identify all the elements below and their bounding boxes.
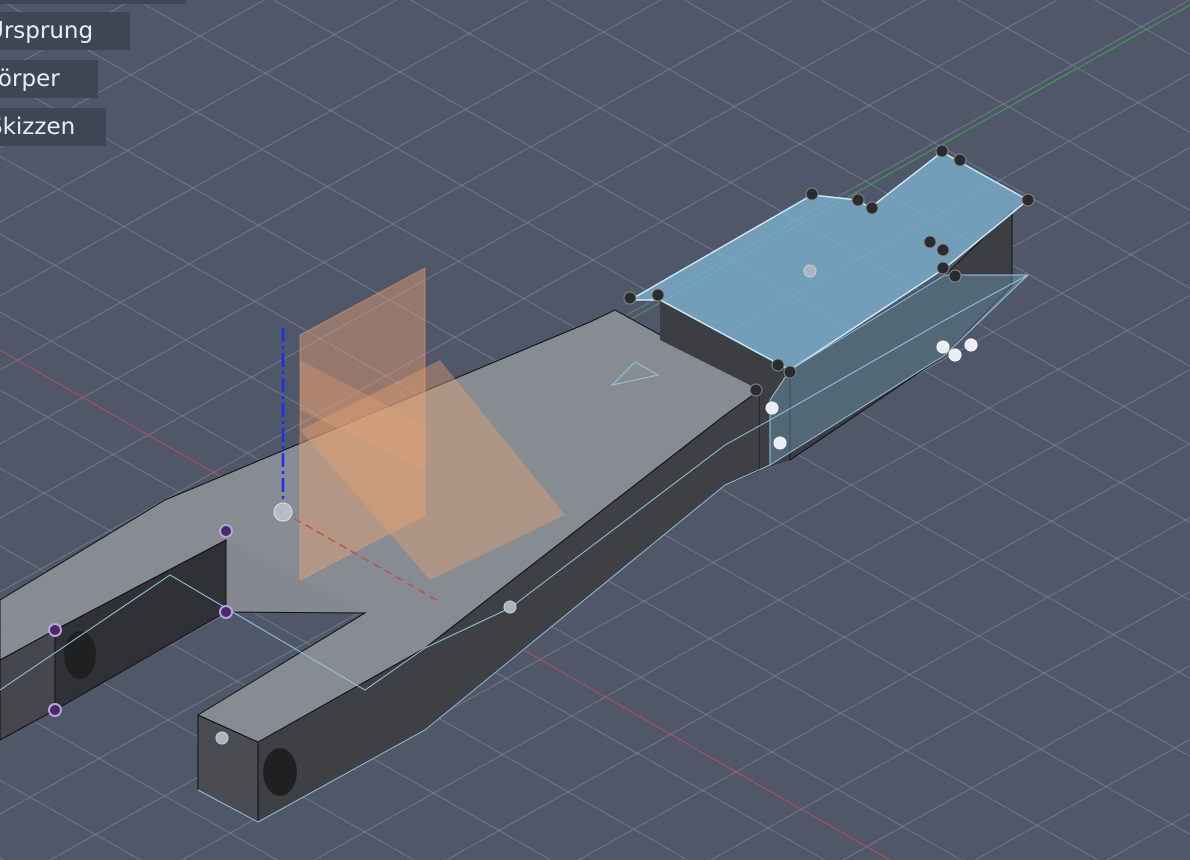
origin-point[interactable] — [273, 502, 293, 522]
sketch-point[interactable] — [773, 436, 787, 450]
sketch-point[interactable] — [923, 235, 937, 249]
sketch-point[interactable] — [749, 383, 763, 397]
grid-line — [710, 591, 1190, 860]
sketch-point[interactable] — [503, 600, 517, 614]
sketch-point[interactable] — [651, 288, 665, 302]
grid-line — [1106, 813, 1190, 860]
sketch-point[interactable] — [936, 340, 950, 354]
sketch-point[interactable] — [805, 187, 819, 201]
browser-item-label: Skizzen — [0, 114, 76, 140]
grid-line — [578, 517, 1190, 860]
grid-line — [842, 665, 1190, 860]
sketch-point[interactable] — [936, 261, 950, 275]
sketch-point[interactable] — [765, 401, 779, 415]
sketch-point[interactable] — [948, 269, 962, 283]
3d-viewport[interactable] — [0, 0, 1190, 860]
sketch-point[interactable] — [865, 201, 879, 215]
sketch-point[interactable] — [48, 623, 62, 637]
grid-line — [0, 779, 141, 860]
browser-item-origin[interactable]: Ursprung — [0, 12, 130, 50]
grid-line — [974, 739, 1190, 860]
sketch-point[interactable] — [935, 144, 949, 158]
sketch-point[interactable] — [953, 153, 967, 167]
sketch-point[interactable] — [948, 348, 962, 362]
grid-line — [957, 0, 1190, 133]
sketch-point[interactable] — [1021, 193, 1035, 207]
browser-item-bodies[interactable]: Körper — [0, 60, 98, 98]
grid-line — [0, 0, 661, 371]
hole-left — [64, 631, 96, 679]
browser-header — [0, 0, 186, 4]
browser-item-sketches[interactable]: Skizzen — [0, 108, 106, 146]
sketch-point[interactable] — [783, 365, 797, 379]
browser-item-label: Ursprung — [0, 18, 94, 44]
sketch-point[interactable] — [48, 703, 62, 717]
sketch-point[interactable] — [219, 524, 233, 538]
sketch-point[interactable] — [936, 243, 950, 257]
sketch-point[interactable] — [219, 605, 233, 619]
hole-right — [263, 748, 297, 796]
sketch-point[interactable] — [771, 358, 785, 372]
sketch-point[interactable] — [623, 291, 637, 305]
sketch-point[interactable] — [215, 731, 229, 745]
sketch-point[interactable] — [964, 338, 978, 352]
sketch-point[interactable] — [803, 264, 817, 278]
browser-item-label: Körper — [0, 66, 60, 92]
sketch-point[interactable] — [851, 193, 865, 207]
